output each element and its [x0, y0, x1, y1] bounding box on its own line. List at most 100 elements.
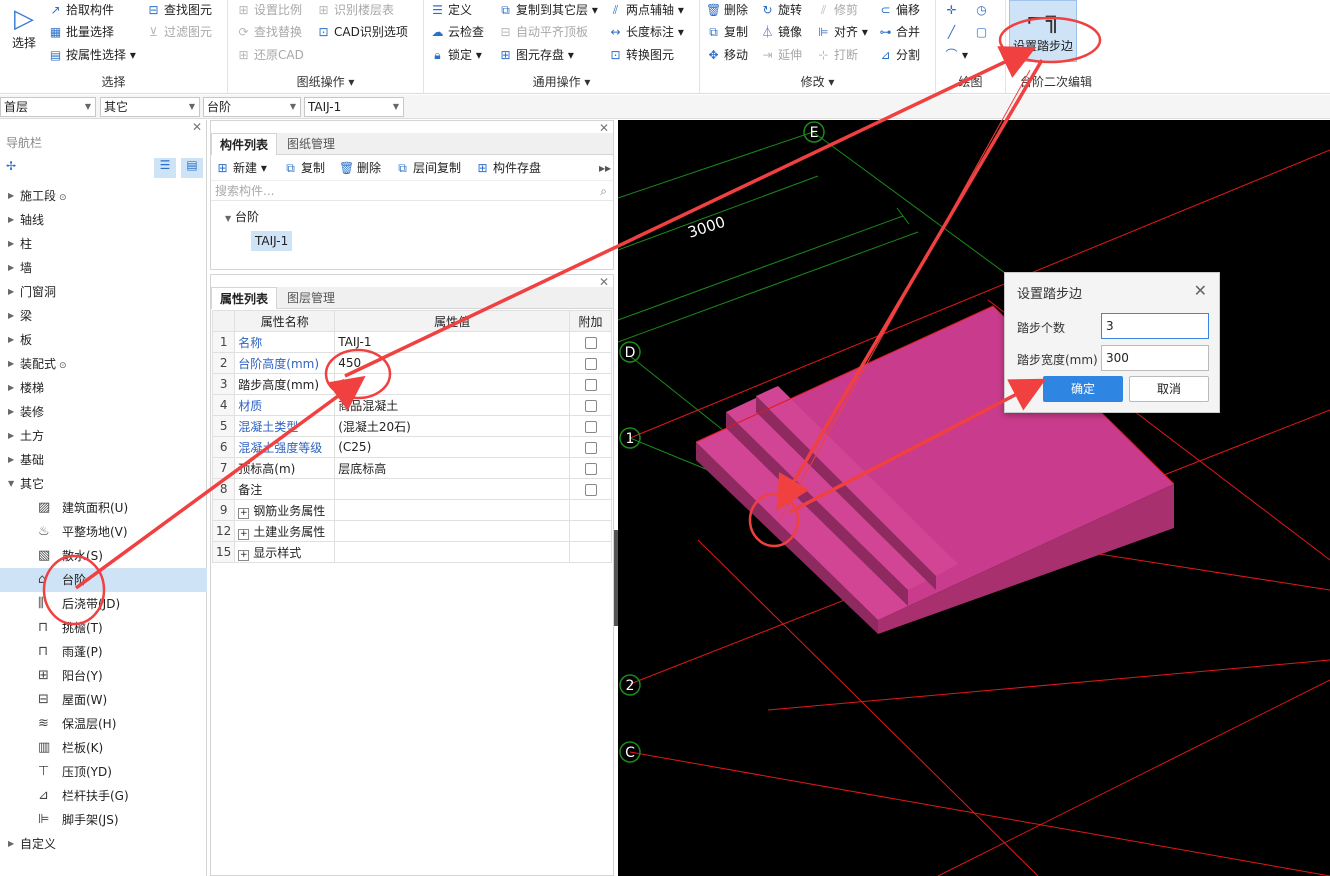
- find-element-button[interactable]: ⊟ 查找图元: [146, 0, 212, 20]
- merge-button[interactable]: ⊶ 合并: [878, 22, 921, 42]
- attach-checkbox[interactable]: [584, 483, 597, 496]
- property-value[interactable]: (混凝土20石): [334, 415, 571, 437]
- cloud-check-button[interactable]: ☁ 云检查: [430, 22, 485, 42]
- tree-item-taij-1[interactable]: TAIJ-1: [251, 231, 293, 251]
- property-group[interactable]: + 显示样式: [234, 541, 336, 563]
- nav-sub-item-3[interactable]: ⌂ 台阶: [0, 568, 207, 592]
- attach-checkbox[interactable]: [584, 399, 597, 412]
- add-icon[interactable]: ✢: [6, 159, 16, 173]
- rotate-button[interactable]: ↻ 旋转: [760, 0, 802, 20]
- nav-item-custom[interactable]: ▶ 自定义: [0, 832, 207, 856]
- property-value[interactable]: 450: [334, 352, 571, 374]
- tab-component-list[interactable]: 构件列表: [211, 133, 278, 155]
- table-row[interactable]: 7 顶标高(m) 层底标高: [211, 457, 612, 479]
- table-row[interactable]: 4 材质 商品混凝土: [211, 394, 612, 416]
- nav-sub-item-7[interactable]: ⊞ 阳台(Y): [0, 664, 207, 688]
- property-value[interactable]: [334, 478, 571, 500]
- copy-between-floors-button[interactable]: ⧉ 层间复制: [395, 158, 461, 178]
- step-count-input[interactable]: 3: [1101, 313, 1209, 339]
- nav-sub-item-6[interactable]: ⊓ 雨蓬(P): [0, 640, 207, 664]
- nav-item-12[interactable]: ▼ 其它: [0, 472, 207, 496]
- nav-item-6[interactable]: ▶ 板: [0, 328, 207, 352]
- convert-element-button[interactable]: ⊡ 转换图元: [608, 45, 674, 65]
- property-group[interactable]: + 钢筋业务属性: [234, 499, 336, 521]
- nav-sub-item-13[interactable]: ⊫ 脚手架(JS): [0, 808, 207, 832]
- restore-cad-button[interactable]: ⊞ 还原CAD: [236, 45, 303, 65]
- more-icon[interactable]: ▸▸: [599, 158, 611, 178]
- lock-button[interactable]: 🔒︎ 锁定 ▾: [430, 45, 482, 65]
- table-row[interactable]: 15 + 显示样式: [211, 541, 612, 563]
- table-row[interactable]: 9 + 钢筋业务属性: [211, 499, 612, 521]
- expand-icon[interactable]: +: [238, 549, 250, 561]
- property-value[interactable]: 层底标高: [334, 457, 571, 479]
- set-step-edge-button[interactable]: ⌐╗ 设置踏步边: [1009, 0, 1077, 62]
- nav-item-2[interactable]: ▶ 柱: [0, 232, 207, 256]
- attach-checkbox[interactable]: [584, 441, 597, 454]
- property-value[interactable]: TAIJ-1: [334, 331, 571, 353]
- cancel-button[interactable]: 取消: [1129, 376, 1209, 402]
- select-by-property-button[interactable]: ▤ 按属性选择 ▾: [48, 45, 136, 65]
- nav-sub-item-1[interactable]: ♨ 平整场地(V): [0, 520, 207, 544]
- nav-sub-item-0[interactable]: ▨ 建筑面积(U): [0, 496, 207, 520]
- nav-item-4[interactable]: ▶ 门窗洞: [0, 280, 207, 304]
- nav-sub-item-8[interactable]: ⊟ 屋面(W): [0, 688, 207, 712]
- element-save-button[interactable]: ⊞ 图元存盘 ▾: [498, 45, 573, 65]
- type-select[interactable]: 台阶 ▼: [203, 97, 301, 117]
- nav-item-9[interactable]: ▶ 装修: [0, 400, 207, 424]
- cad-options-button[interactable]: ⊡ CAD识别选项: [316, 22, 407, 42]
- batch-select-button[interactable]: ▦ 批量选择: [48, 22, 114, 42]
- attach-checkbox[interactable]: [584, 462, 597, 475]
- rect-tool-icon[interactable]: ▢: [974, 22, 992, 42]
- attach-checkbox[interactable]: [584, 336, 597, 349]
- identify-floor-table-button[interactable]: ⊞ 识别楼层表: [316, 0, 394, 20]
- length-dimension-button[interactable]: ↔ 长度标注 ▾: [608, 22, 683, 42]
- component-select[interactable]: TAIJ-1 ▼: [304, 97, 404, 117]
- nav-item-10[interactable]: ▶ 土方: [0, 424, 207, 448]
- nav-item-1[interactable]: ▶ 轴线: [0, 208, 207, 232]
- copy-to-other-floor-button[interactable]: ⧉ 复制到其它层 ▾: [498, 0, 598, 20]
- set-scale-button[interactable]: ⊞ 设置比例: [236, 0, 302, 20]
- nav-sub-item-4[interactable]: ⫼ 后浇带(JD): [0, 592, 207, 616]
- component-search-input[interactable]: 搜索构件... ⌕: [211, 181, 613, 201]
- table-row[interactable]: 1 名称 TAIJ-1: [211, 331, 612, 353]
- nav-sub-item-9[interactable]: ≋ 保温层(H): [0, 712, 207, 736]
- table-row[interactable]: 3 踏步高度(mm) 450: [211, 373, 612, 395]
- property-value[interactable]: [334, 520, 571, 542]
- 3d-viewport[interactable]: E D 1 2 C 3000: [618, 120, 1330, 876]
- tab-layer-management[interactable]: 图层管理: [279, 287, 343, 309]
- nav-sub-item-11[interactable]: ⊤ 压顶(YD): [0, 760, 207, 784]
- offset-button[interactable]: ⊂ 偏移: [878, 0, 920, 20]
- nav-item-0[interactable]: ▶ 施工段 ⊙: [0, 184, 207, 208]
- move-button[interactable]: ✥ 移动: [706, 45, 748, 65]
- delete-button[interactable]: 🗑︎ 删除: [706, 0, 748, 20]
- nav-item-7[interactable]: ▶ 装配式 ⊙: [0, 352, 207, 376]
- expand-icon[interactable]: +: [238, 528, 250, 540]
- delete-component-button[interactable]: 🗑︎ 删除: [339, 158, 381, 178]
- property-value[interactable]: (C25): [334, 436, 571, 458]
- split-button[interactable]: ⊿ 分割: [878, 45, 920, 65]
- table-row[interactable]: 2 台阶高度(mm) 450: [211, 352, 612, 374]
- nav-sub-item-5[interactable]: ⊓ 挑檐(T): [0, 616, 207, 640]
- category-select[interactable]: 其它 ▼: [100, 97, 200, 117]
- extend-button[interactable]: ⇥ 延伸: [760, 45, 802, 65]
- tree-root[interactable]: ▼ 台阶: [225, 207, 259, 227]
- close-icon[interactable]: ✕: [599, 121, 609, 135]
- auto-align-slab-button[interactable]: ⊟ 自动平齐顶板: [498, 22, 588, 42]
- two-point-axis-button[interactable]: ⫽ 两点辅轴 ▾: [608, 0, 684, 20]
- mirror-button[interactable]: ⏃ 镜像: [760, 22, 802, 42]
- step-width-input[interactable]: 300: [1101, 345, 1209, 371]
- copy-component-button[interactable]: ⧉ 复制: [283, 158, 325, 178]
- close-icon[interactable]: ✕: [192, 120, 202, 134]
- define-button[interactable]: ☰ 定义: [430, 0, 472, 20]
- ok-button[interactable]: 确定: [1043, 376, 1123, 402]
- select-button[interactable]: ▷ 选择: [6, 4, 42, 51]
- property-value[interactable]: 商品混凝土: [334, 394, 571, 416]
- nav-item-3[interactable]: ▶ 墙: [0, 256, 207, 280]
- nav-item-8[interactable]: ▶ 楼梯: [0, 376, 207, 400]
- property-group[interactable]: + 土建业务属性: [234, 520, 336, 542]
- new-button[interactable]: ⊞ 新建 ▾: [215, 158, 266, 178]
- align-button[interactable]: ⊫ 对齐 ▾: [816, 22, 868, 42]
- tab-property-list[interactable]: 属性列表: [211, 287, 278, 309]
- table-row[interactable]: 6 混凝土强度等级 (C25): [211, 436, 612, 458]
- circle-tool-icon[interactable]: ◷: [974, 0, 992, 20]
